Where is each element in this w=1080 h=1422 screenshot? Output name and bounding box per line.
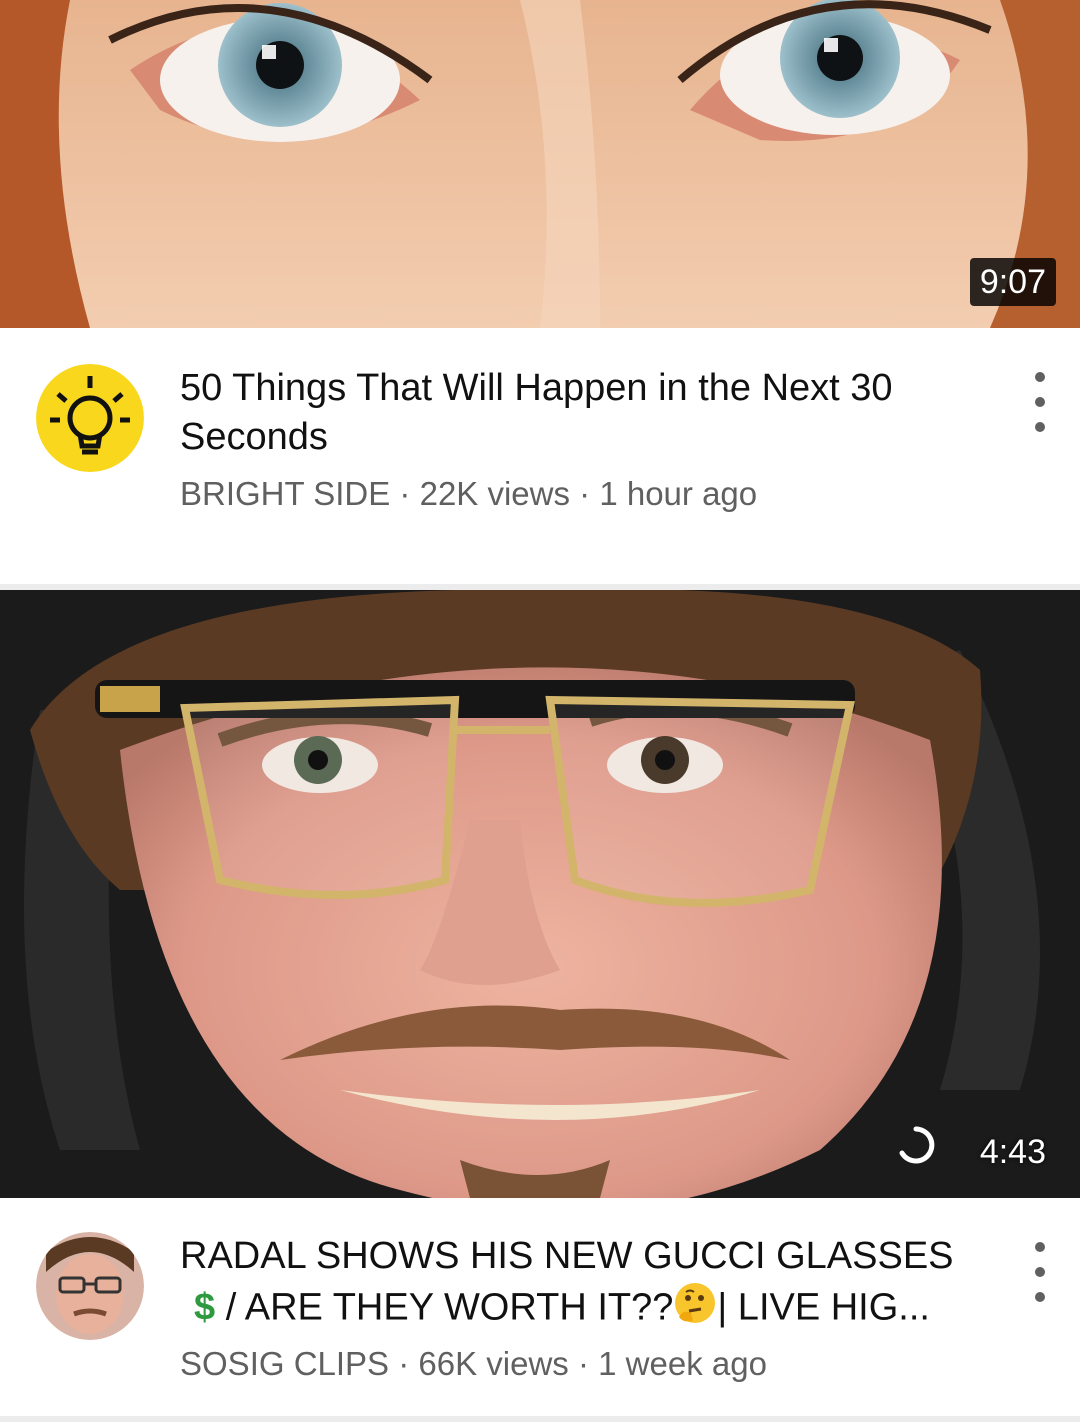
video-title-part: / ARE THEY WORTH IT?? [215,1286,674,1329]
channel-name[interactable]: BRIGHT SIDE [180,475,390,512]
feed-divider [0,1416,1080,1422]
upload-age: 1 hour ago [599,475,758,512]
thinking-face-emoji [673,1281,717,1338]
more-vert-icon-dot [1035,397,1045,407]
video-meta: BRIGHT SIDE · 22K views · 1 hour ago [180,474,1000,514]
more-vert-icon [1035,372,1045,382]
meta-separator: · [389,1345,419,1382]
view-count: 66K views [418,1345,569,1382]
video-card-1[interactable]: 9:07 50 Things That Will Happen in the N… [0,0,1080,560]
dollar-sign-emoji: $ [194,1286,216,1329]
view-count: 22K views [419,475,570,512]
video-card-2[interactable]: 4:43 RADAL SHOWS HIS NEW GUCCI GLASSES $… [0,590,1080,1422]
channel-name[interactable]: SOSIG CLIPS [180,1345,389,1382]
channel-avatar-bright-side[interactable] [36,364,144,472]
video-title[interactable]: RADAL SHOWS HIS NEW GUCCI GLASSES $ / AR… [180,1232,1000,1338]
more-vert-icon-dot [1035,1267,1045,1277]
channel-avatar-image [36,1232,144,1340]
video-duration-badge: 9:07 [969,258,1056,306]
more-options-button[interactable] [1020,1242,1060,1302]
more-vert-icon-dot [1035,1292,1045,1302]
video-thumbnail-2[interactable]: 4:43 [0,590,1080,1198]
video-title-part: | LIVE HIG... [717,1286,930,1329]
eyes-thumbnail-image [0,0,1080,328]
video-title-part: RADAL SHOWS HIS NEW GUCCI GLASSES [180,1235,954,1277]
meta-separator: · [390,475,420,512]
video-meta: SOSIG CLIPS · 66K views · 1 week ago [180,1344,1000,1384]
loading-spinner-icon [896,1125,936,1165]
meta-separator: · [570,475,600,512]
meta-separator: · [568,1345,599,1382]
video-thumbnail-1[interactable]: 9:07 [0,0,1080,328]
upload-age: 1 week ago [598,1345,767,1382]
video-title[interactable]: 50 Things That Will Happen in the Next 3… [180,364,990,462]
more-vert-icon-dot [1035,422,1045,432]
lightbulb-icon [36,364,144,472]
video-duration-badge: 4:43 [979,1133,1046,1171]
more-options-button[interactable] [1020,372,1060,432]
glasses-thumbnail-image [0,590,1080,1198]
channel-avatar-sosig-clips[interactable] [36,1232,144,1340]
more-vert-icon [1035,1242,1045,1252]
